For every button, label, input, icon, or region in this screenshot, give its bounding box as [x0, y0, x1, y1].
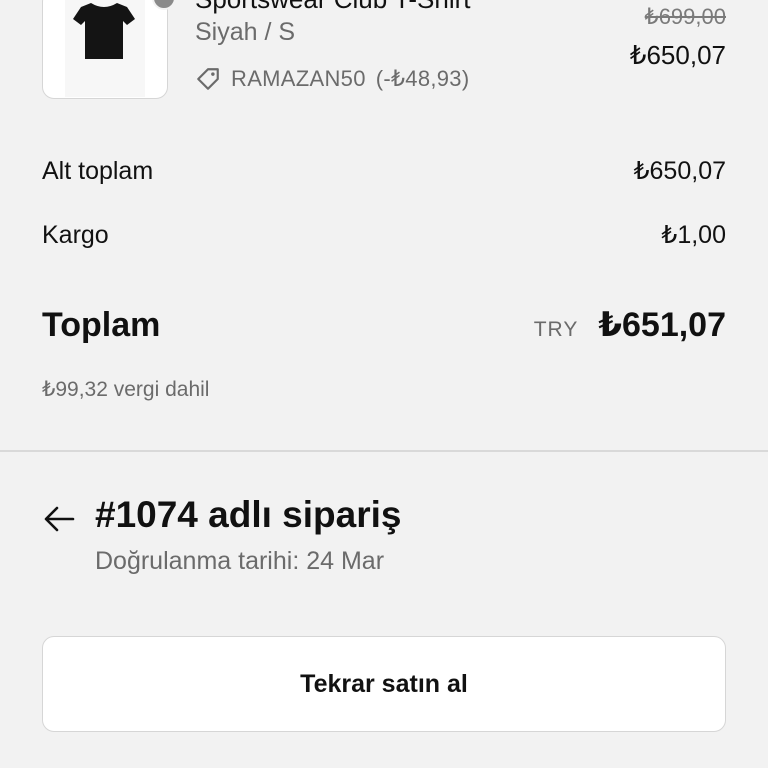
- subtotal-label: Alt toplam: [42, 157, 154, 185]
- total-row: Toplam TRY ₺651,07: [42, 305, 726, 345]
- discount-code: RAMAZAN50: [231, 66, 366, 91]
- total-label: Toplam: [42, 306, 161, 344]
- shipping-row: Kargo ₺1,00: [42, 220, 726, 250]
- tag-icon: [197, 68, 219, 90]
- tshirt-image: [73, 3, 135, 59]
- price-final: ₺650,07: [629, 40, 726, 70]
- product-variant: Siyah / S: [195, 18, 296, 46]
- price-original: ₺699,00: [644, 4, 726, 29]
- tax-note: ₺99,32 vergi dahil: [42, 378, 210, 401]
- total-value-group: TRY ₺651,07: [534, 305, 726, 345]
- order-status-page: Sportswear Club T-Shirt Siyah / S RAMAZA…: [0, 0, 768, 768]
- product-thumbnail: [42, 0, 168, 99]
- buy-again-button[interactable]: Tekrar satın al: [42, 636, 726, 732]
- order-title: #1074 adlı sipariş: [95, 494, 402, 535]
- discount-amount: (-₺48,93): [375, 66, 470, 91]
- total-currency: TRY: [533, 318, 579, 341]
- subtotal-value: ₺650,07: [633, 157, 726, 185]
- product-title: Sportswear Club T-Shirt: [195, 0, 471, 15]
- order-confirmation-date: Doğrulanma tarihi: 24 Mar: [95, 547, 385, 575]
- section-divider: [0, 450, 768, 452]
- shipping-value: ₺1,00: [661, 221, 726, 249]
- discount-row: RAMAZAN50 (-₺48,93): [195, 66, 469, 92]
- back-button[interactable]: [42, 502, 76, 536]
- total-amount: ₺651,07: [598, 306, 726, 344]
- shipping-label: Kargo: [42, 221, 109, 249]
- arrow-left-icon: [44, 506, 75, 532]
- subtotal-row: Alt toplam ₺650,07: [42, 156, 726, 186]
